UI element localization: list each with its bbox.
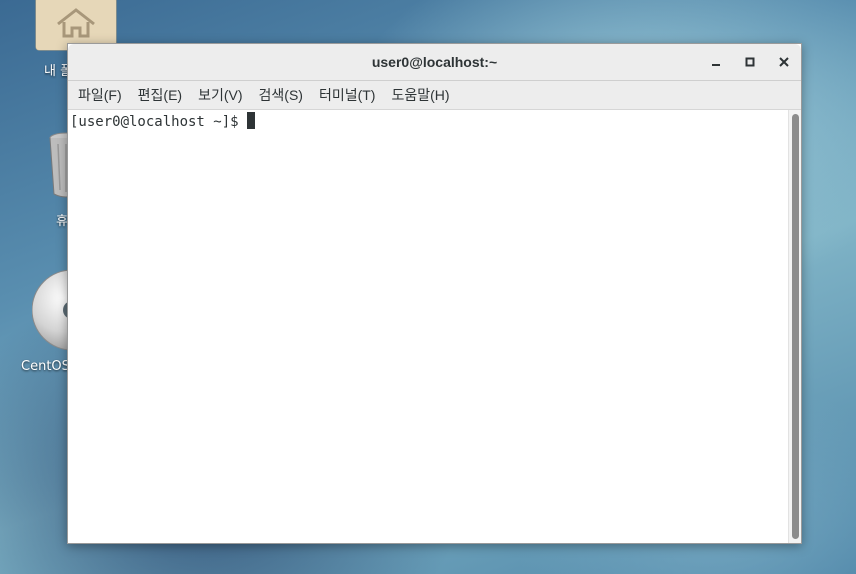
terminal-prompt: [user0@localhost ~]$ — [70, 114, 239, 130]
terminal-window[interactable]: user0@localhost:~ 파일(F) 편집(E) 보기(V) 검색(S… — [67, 43, 802, 544]
menubar: 파일(F) 편집(E) 보기(V) 검색(S) 터미널(T) 도움말(H) — [68, 81, 801, 110]
terminal-prompt-line: [user0@localhost ~]$ — [70, 112, 255, 131]
minimize-icon — [712, 64, 720, 66]
disc-label: CentOS 7 x86_64 — [21, 359, 69, 374]
close-icon — [779, 57, 789, 67]
scrollbar[interactable] — [788, 110, 801, 543]
menu-help[interactable]: 도움말(H) — [383, 81, 457, 109]
window-title: user0@localhost:~ — [371, 54, 498, 70]
close-button[interactable] — [775, 53, 793, 71]
titlebar[interactable]: user0@localhost:~ — [68, 44, 801, 81]
terminal-area[interactable]: [user0@localhost ~]$ — [68, 110, 789, 543]
minimize-button[interactable] — [707, 53, 725, 71]
maximize-button[interactable] — [741, 53, 759, 71]
text-cursor — [246, 112, 255, 129]
menu-terminal[interactable]: 터미널(T) — [311, 81, 384, 109]
menu-view[interactable]: 보기(V) — [190, 81, 250, 109]
maximize-icon — [745, 57, 755, 67]
scrollbar-thumb[interactable] — [792, 114, 799, 539]
menu-search[interactable]: 검색(S) — [251, 81, 311, 109]
menu-file[interactable]: 파일(F) — [70, 81, 130, 109]
menu-edit[interactable]: 편집(E) — [130, 81, 190, 109]
